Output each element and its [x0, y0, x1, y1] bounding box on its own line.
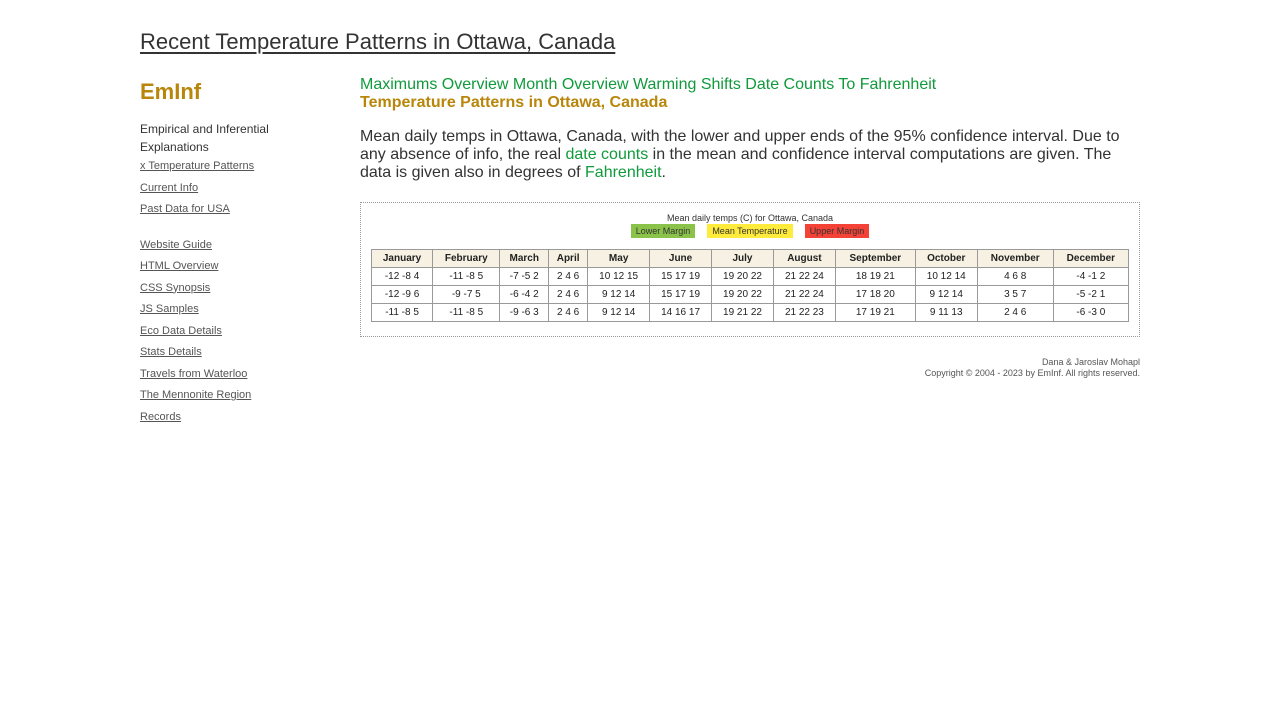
- footer-copyright: Copyright © 2004 - 2023 by EmInf. All ri…: [924, 368, 1140, 378]
- nav-link-maximums-overview[interactable]: Maximums Overview: [360, 76, 508, 93]
- nav-link-month-overview[interactable]: Month Overview: [513, 76, 629, 93]
- temperature-chart-box: Mean daily temps (C) for Ottawa, Canada …: [360, 202, 1140, 337]
- table-cell: 3 5 7: [976, 285, 1054, 304]
- table-cell: -11 -8 5: [370, 303, 434, 322]
- table-cell: 2 4 6: [548, 285, 589, 304]
- footer-authors: Dana & Jaroslav Mohapl: [1041, 357, 1140, 367]
- table-cell: 9 12 14: [914, 285, 978, 304]
- table-cell: 19 21 22: [711, 303, 774, 322]
- table-row: -12 -8 4 -11 -8 5 -7 -5 22 4 6 10 12 15 15 1…: [370, 267, 1130, 286]
- sidebar-link-travels-from-waterloo[interactable]: Travels from Waterloo: [140, 368, 340, 381]
- column-header: May: [587, 249, 651, 268]
- top-nav: Maximums Overview Month Overview Warming…: [360, 75, 1140, 94]
- sidebar-link-current-info[interactable]: Current Info: [140, 182, 340, 195]
- sidebar-link-html-overview[interactable]: HTML Overview: [140, 260, 340, 273]
- table-cell: 2 4 6: [548, 267, 589, 286]
- sidebar-link-past-data-usa[interactable]: Past Data for USA: [140, 203, 340, 216]
- page-subtitle: Temperature Patterns in Ottawa, Canada: [360, 94, 668, 111]
- footer: Dana & Jaroslav Mohapl Copyright © 2004 …: [925, 357, 1140, 379]
- sidebar-link-website-guide[interactable]: Website Guide: [140, 239, 340, 252]
- column-header: February: [432, 249, 501, 268]
- sidebar: EmInf Empirical and Inferential Explanat…: [140, 79, 340, 432]
- table-cell: 19 20 22: [711, 267, 774, 286]
- table-cell: -5 -2 1: [1052, 285, 1130, 304]
- sidebar-link-records[interactable]: Records: [140, 411, 340, 424]
- table-cell: -12 -9 6: [370, 285, 434, 304]
- brand-logo[interactable]: EmInf: [140, 79, 340, 105]
- table-cell: 21 22 24: [772, 285, 836, 304]
- table-cell: -4 -1 2: [1052, 267, 1130, 286]
- column-header: June: [649, 249, 713, 268]
- table-cell: 9 12 14: [587, 303, 651, 322]
- table-cell: -6 -3 0: [1052, 303, 1130, 322]
- table-header-row: January February March April May June July Augu…: [370, 249, 1130, 268]
- site-title[interactable]: Recent Temperature Patterns in Ottawa, C…: [140, 29, 615, 55]
- site-tagline: Empirical and Inferential Explanations: [140, 122, 269, 154]
- table-cell: 10 12 14: [914, 267, 978, 286]
- table-cell: -11 -8 5: [432, 303, 501, 322]
- column-header: October: [914, 249, 978, 268]
- intro-paragraph: Mean daily temps in Ottawa, Canada, with…: [360, 128, 1140, 182]
- table-cell: 2 4 6: [548, 303, 589, 322]
- legend-upper-margin: Upper Margin: [804, 224, 870, 238]
- legend-lower-margin: Lower Margin: [630, 224, 696, 238]
- table-cell: 2 4 6: [976, 303, 1054, 322]
- table-cell: -7 -5 2: [499, 267, 550, 286]
- table-cell: 10 12 15: [587, 267, 651, 286]
- table-row: -11 -8 5 -11 -8 5 -9 -6 32 4 69 12 14 14 16…: [370, 303, 1130, 322]
- table-cell: -11 -8 5: [432, 267, 501, 286]
- column-header: August: [772, 249, 836, 268]
- nav-link-to-fahrenheit[interactable]: To Fahrenheit: [838, 76, 936, 93]
- intro-text-3: .: [661, 164, 666, 181]
- column-header: November: [976, 249, 1054, 268]
- table-cell: 21 22 24: [772, 267, 836, 286]
- chart-title: Mean daily temps (C) for Ottawa, Canada: [666, 213, 834, 223]
- column-header: April: [548, 249, 589, 268]
- column-header: December: [1052, 249, 1130, 268]
- table-cell: -9 -6 3: [499, 303, 550, 322]
- sidebar-link-stats-details[interactable]: Stats Details: [140, 346, 340, 359]
- date-counts-link[interactable]: date counts: [565, 146, 648, 163]
- table-cell: 18 19 21: [834, 267, 916, 286]
- chart-legend: Lower Margin Mean Temperature Upper Marg…: [361, 224, 1139, 238]
- table-cell: 21 22 23: [772, 303, 836, 322]
- sidebar-link-eco-data-details[interactable]: Eco Data Details: [140, 325, 340, 338]
- sidebar-link-js-samples[interactable]: JS Samples: [140, 303, 340, 316]
- column-header: March: [499, 249, 550, 268]
- column-header: September: [834, 249, 916, 268]
- sidebar-link-mennonite-region[interactable]: The Mennonite Region: [140, 389, 340, 402]
- nav-link-date-counts[interactable]: Date Counts: [745, 76, 834, 93]
- table-cell: 9 12 14: [587, 285, 651, 304]
- table-cell: 19 20 22: [711, 285, 774, 304]
- table-row: -12 -9 6 -9 -7 5 -6 -4 22 4 69 12 14 15 17 …: [370, 285, 1130, 304]
- temperature-table: January February March April May June July Augu…: [370, 249, 1130, 322]
- table-cell: 15 17 19: [649, 285, 713, 304]
- table-cell: 14 16 17: [649, 303, 713, 322]
- table-cell: 17 18 20: [834, 285, 916, 304]
- fahrenheit-link[interactable]: Fahrenheit: [585, 164, 662, 181]
- column-header: July: [711, 249, 774, 268]
- table-cell: -12 -8 4: [370, 267, 434, 286]
- sidebar-link-css-synopsis[interactable]: CSS Synopsis: [140, 282, 340, 295]
- legend-mean-temperature: Mean Temperature: [707, 224, 793, 238]
- table-cell: 15 17 19: [649, 267, 713, 286]
- table-cell: -9 -7 5: [432, 285, 501, 304]
- nav-link-warming-shifts[interactable]: Warming Shifts: [633, 76, 741, 93]
- table-body: -12 -8 4 -11 -8 5 -7 -5 22 4 6 10 12 15 15 1…: [370, 267, 1130, 322]
- table-cell: 4 6 8: [976, 267, 1054, 286]
- column-header: January: [370, 249, 434, 268]
- table-cell: 9 11 13: [914, 303, 978, 322]
- table-cell: 17 19 21: [834, 303, 916, 322]
- sidebar-link-temperature-patterns[interactable]: x Temperature Patterns: [140, 160, 340, 173]
- table-cell: -6 -4 2: [499, 285, 550, 304]
- main-content: Maximums Overview Month Overview Warming…: [360, 75, 1140, 337]
